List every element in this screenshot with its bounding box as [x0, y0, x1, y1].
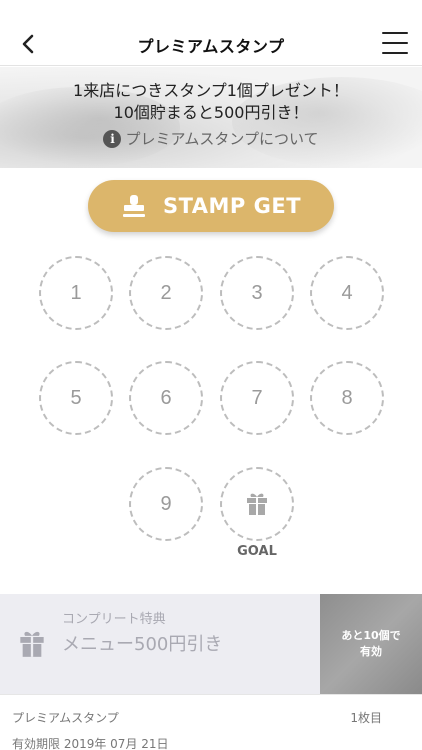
- about-stamp-label: プレミアムスタンプについて: [125, 130, 319, 148]
- stamp-get-label: STAMP GET: [162, 194, 302, 218]
- chevron-left-icon: [22, 34, 34, 54]
- remaining-count-label: あと10個で 有効: [341, 628, 400, 660]
- stamp-get-button[interactable]: STAMP GET: [88, 180, 334, 232]
- status-bar: [0, 0, 422, 24]
- reward-text: メニュー500円引き: [62, 634, 223, 655]
- stamp-slot-2: 2: [129, 256, 203, 330]
- stamp-slot-6: 6: [129, 361, 203, 435]
- hamburger-icon-bar: [382, 32, 408, 34]
- banner-line-1: 1来店につきスタンプ1個プレゼント！: [73, 81, 349, 100]
- about-stamp-link[interactable]: i プレミアムスタンプについて: [103, 128, 319, 149]
- stamp-icon: [122, 195, 145, 217]
- stamp-slot-1: 1: [39, 256, 113, 330]
- remaining-line-2: 有効: [360, 645, 382, 658]
- card-name: プレミアムスタンプ: [12, 711, 119, 725]
- promo-banner: 1来店につきスタンプ1個プレゼント！ 10個貯まると500円引き！ i プレミア…: [0, 67, 422, 168]
- goal-label: GOAL: [237, 544, 277, 559]
- gift-icon: [247, 493, 267, 515]
- stamp-slot-4: 4: [310, 256, 384, 330]
- page-title: プレミアムスタンプ: [137, 36, 285, 56]
- stamp-slot-7: 7: [220, 361, 294, 435]
- hamburger-icon-bar: [382, 42, 408, 44]
- complete-reward-card: コンプリート特典 メニュー500円引き あと10個で 有効: [0, 594, 422, 694]
- reward-image: あと10個で 有効: [320, 594, 422, 694]
- reward-title: コンプリート特典: [62, 612, 166, 627]
- banner-line-2: 10個貯まると500円引き！: [113, 103, 309, 122]
- info-icon: i: [103, 129, 122, 148]
- stamp-slot-goal: [220, 467, 294, 541]
- expiry-date: 有効期限 2019年 07月 21日: [12, 737, 169, 750]
- hamburger-icon-bar: [382, 52, 408, 54]
- gift-icon: [20, 631, 44, 657]
- stamp-slot-5: 5: [39, 361, 113, 435]
- app-header: プレミアムスタンプ: [0, 24, 422, 66]
- stamp-slot-3: 3: [220, 256, 294, 330]
- card-count: 1枚目: [350, 711, 382, 725]
- menu-button[interactable]: [382, 32, 408, 54]
- stamp-slot-9: 9: [129, 467, 203, 541]
- remaining-line-1: あと10個で: [341, 629, 401, 642]
- stamp-slot-8: 8: [310, 361, 384, 435]
- card-info-footer: プレミアムスタンプ 1枚目 有効期限 2019年 07月 21日: [0, 694, 422, 750]
- back-button[interactable]: [14, 30, 42, 58]
